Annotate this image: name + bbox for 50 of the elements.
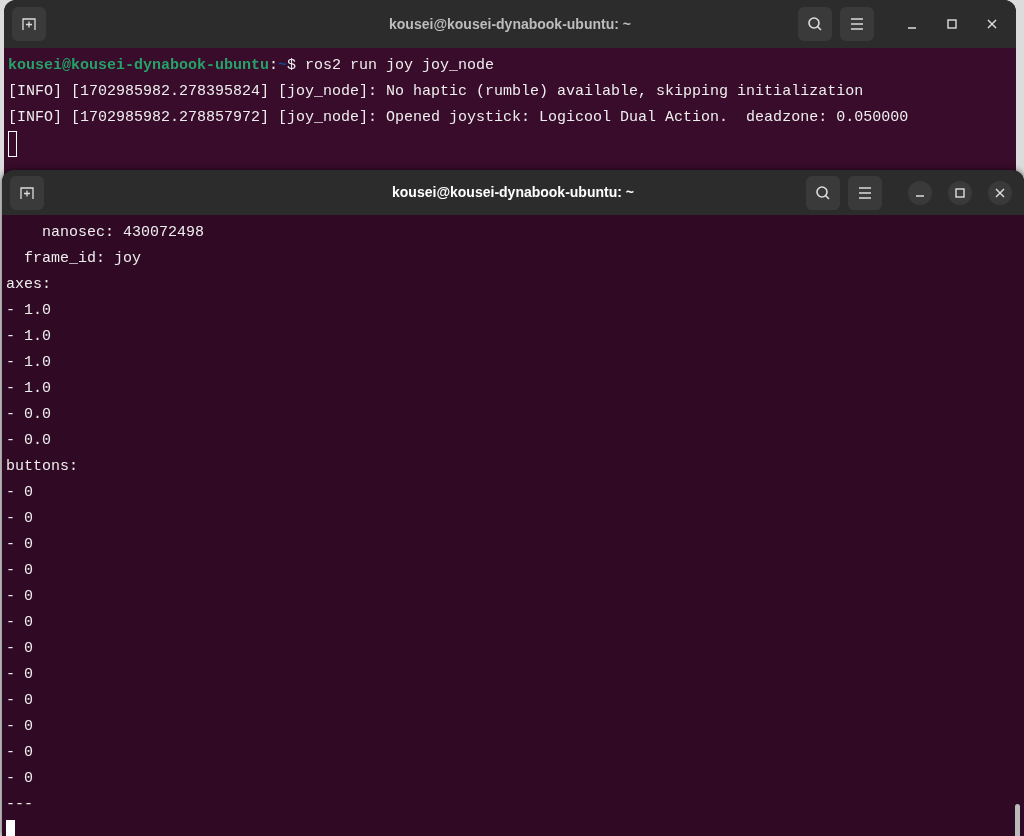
output-line: - 0.0 <box>6 431 52 451</box>
new-tab-icon <box>22 17 36 31</box>
output-line: - 1.0 <box>6 327 52 347</box>
output-line: nanosec: 430072498 <box>41 223 206 243</box>
output-line: buttons: <box>6 457 79 477</box>
output-line: - 0 <box>6 691 34 711</box>
output-line: - 0 <box>6 665 34 685</box>
output-line: - 0 <box>6 483 34 503</box>
output-line: - 0 <box>6 639 34 659</box>
window-title: kousei@kousei-dynabook-ubuntu: ~ <box>389 14 631 34</box>
menu-icon <box>850 18 864 30</box>
output-line: - 0 <box>6 613 34 633</box>
close-button[interactable] <box>988 180 1012 205</box>
output-line: - 1.0 <box>6 301 52 321</box>
output-line: - 0 <box>6 509 34 529</box>
search-icon <box>815 184 831 201</box>
minimize-icon <box>915 195 925 197</box>
search-icon <box>807 16 823 32</box>
output-line: --- <box>6 795 34 815</box>
search-button[interactable] <box>806 175 840 210</box>
output-line: axes: <box>6 275 52 295</box>
minimize-button[interactable] <box>908 180 932 205</box>
menu-button[interactable] <box>840 7 874 41</box>
output-line: - 0 <box>6 717 34 737</box>
window-title: kousei@kousei-dynabook-ubuntu: ~ <box>392 183 634 202</box>
maximize-icon <box>947 19 957 29</box>
output-line: frame_id: joy <box>23 249 143 269</box>
new-tab-button[interactable] <box>10 175 44 210</box>
menu-icon <box>858 186 872 199</box>
output-line: - 0.0 <box>6 405 52 425</box>
output-line: - 0 <box>6 561 34 581</box>
prompt-line: kousei@kousei-dynabook-ubuntu:~$ ros2 run joy joy_node <box>8 56 496 76</box>
new-tab-button[interactable] <box>12 7 46 41</box>
new-tab-icon <box>20 185 34 200</box>
minimize-icon <box>907 26 917 29</box>
close-icon <box>995 187 1005 198</box>
output-line: - 0 <box>6 769 34 789</box>
search-button[interactable] <box>798 7 832 41</box>
close-icon <box>987 19 997 29</box>
maximize-button[interactable] <box>948 180 972 205</box>
scrollbar-thumb[interactable] <box>1015 804 1020 836</box>
output-line: - 0 <box>6 743 34 763</box>
menu-button[interactable] <box>848 175 882 210</box>
output-line: - 1.0 <box>6 353 52 373</box>
output-line: [INFO] [1702985982.278395824] [joy_node]: No haptic (rumble) available, skipping initialization <box>8 82 865 102</box>
output-line: - 0 <box>6 587 34 607</box>
maximize-icon <box>955 187 965 198</box>
output-line: [INFO] [1702985982.278857972] [joy_node]: Opened joystick: Logicool Dual Action. deadzone: 0.050000 <box>8 108 910 128</box>
output-line: - 0 <box>6 535 34 555</box>
output-line: - 1.0 <box>6 379 52 399</box>
